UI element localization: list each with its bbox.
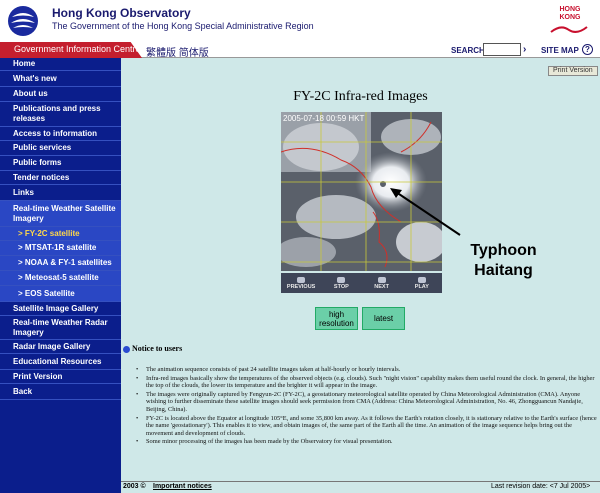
- brand-line2: KONG: [559, 14, 581, 21]
- sidebar-item-access-info[interactable]: Access to information: [0, 127, 121, 141]
- sidebar-item-eos[interactable]: > EOS Satellite: [0, 286, 121, 302]
- image-timestamp: 2005-07-18 00:59 HKT: [283, 114, 365, 123]
- sidebar-item-educational[interactable]: Educational Resources: [0, 354, 121, 370]
- org-subtitle: The Government of the Hong Kong Special …: [52, 21, 314, 31]
- sidebar-item-links[interactable]: Links: [0, 185, 121, 201]
- search-go-button[interactable]: ›: [523, 44, 532, 55]
- list-item: Infra-red images basically show the temp…: [136, 375, 598, 390]
- org-name: Hong Kong Observatory: [52, 6, 191, 20]
- sidebar-item-public-services[interactable]: Public services: [0, 141, 121, 156]
- previous-icon: [297, 276, 306, 283]
- stop-icon: [337, 276, 346, 283]
- sidebar-item-satellite-gallery[interactable]: Satellite Image Gallery: [0, 302, 121, 316]
- play-icon: [417, 276, 426, 283]
- next-icon: [377, 276, 386, 283]
- sidebar-item-publications[interactable]: Publications and press releases: [0, 102, 121, 127]
- sidebar-item-realtime-satellite[interactable]: Real-time Weather Satellite Imagery: [0, 201, 121, 227]
- copyright: 2003 ©: [123, 483, 146, 490]
- sidebar-item-back[interactable]: Back: [0, 384, 121, 400]
- language-switch[interactable]: 繁體版 简体版: [146, 44, 209, 59]
- gic-link[interactable]: Government Information Centre: [0, 42, 142, 58]
- hko-logo[interactable]: [6, 5, 40, 37]
- list-item: Some minor processing of the images has …: [136, 438, 598, 446]
- page-title: FY-2C Infra-red Images: [293, 89, 428, 104]
- list-item: FY-2C is located above the Equator at lo…: [136, 415, 598, 438]
- print-version-button[interactable]: Print Version: [548, 66, 598, 76]
- notice-list: The animation sequence consists of past …: [136, 366, 598, 447]
- sidebar-item-mtsat[interactable]: > MTSAT-1R satellite: [0, 241, 121, 256]
- latest-button[interactable]: latest: [362, 307, 405, 330]
- important-notices-link[interactable]: Important notices: [153, 483, 212, 490]
- dragon-icon: [550, 26, 588, 33]
- notice-heading: Notice to users: [132, 344, 183, 353]
- stop-label: STOP: [333, 283, 349, 290]
- next-label: NEXT: [374, 283, 389, 290]
- brand-hk-logo[interactable]: HONG KONG: [543, 6, 597, 38]
- stop-button[interactable]: STOP: [321, 273, 361, 293]
- bullet-icon: [123, 346, 130, 353]
- play-label: PLAY: [414, 283, 429, 290]
- play-button[interactable]: PLAY: [402, 273, 442, 293]
- sidebar-item-noaa[interactable]: > NOAA & FY-1 satellites: [0, 256, 121, 271]
- list-item: The animation sequence consists of past …: [136, 366, 598, 374]
- animation-controls: PREVIOUS STOP NEXT PLAY: [281, 273, 442, 293]
- sidebar-item-tender-notices[interactable]: Tender notices: [0, 171, 121, 185]
- arrow-icon: [390, 188, 461, 236]
- search-input[interactable]: [483, 43, 521, 56]
- next-button[interactable]: NEXT: [362, 273, 402, 293]
- sidebar-item-radar-gallery[interactable]: Radar Image Gallery: [0, 340, 121, 354]
- sidebar-item-radar-imagery[interactable]: Real-time Weather Radar Imagery: [0, 316, 121, 340]
- sidebar-item-about-us[interactable]: About us: [0, 87, 121, 102]
- sidebar-item-public-forms[interactable]: Public forms: [0, 156, 121, 171]
- sidebar-item-fy2c[interactable]: > FY-2C satellite: [0, 227, 121, 241]
- sidebar-item-meteosat[interactable]: > Meteosat-5 satellite: [0, 271, 121, 286]
- high-resolution-button[interactable]: high resolution: [315, 307, 358, 330]
- sidebar-item-home[interactable]: Home: [0, 58, 121, 71]
- site-map-link[interactable]: SITE MAP: [541, 46, 579, 55]
- sidebar-nav: Home What's new About us Publications an…: [0, 58, 121, 493]
- previous-button[interactable]: PREVIOUS: [281, 273, 321, 293]
- sidebar-item-whats-new[interactable]: What's new: [0, 71, 121, 87]
- typhoon-line1: Typhoon: [470, 242, 537, 259]
- previous-label: PREVIOUS: [286, 283, 316, 290]
- revision-date: Last revision date: <7 Jul 2005>: [491, 483, 591, 490]
- brand-line1: HONG: [559, 6, 581, 13]
- typhoon-annotation: Typhoon Haitang: [456, 241, 551, 281]
- list-item: The images were originally captured by F…: [136, 391, 598, 414]
- sidebar-item-print-version[interactable]: Print Version: [0, 370, 121, 384]
- help-icon[interactable]: ?: [582, 44, 593, 55]
- search-label: SEARCH: [451, 46, 485, 55]
- typhoon-line2: Haitang: [474, 262, 533, 279]
